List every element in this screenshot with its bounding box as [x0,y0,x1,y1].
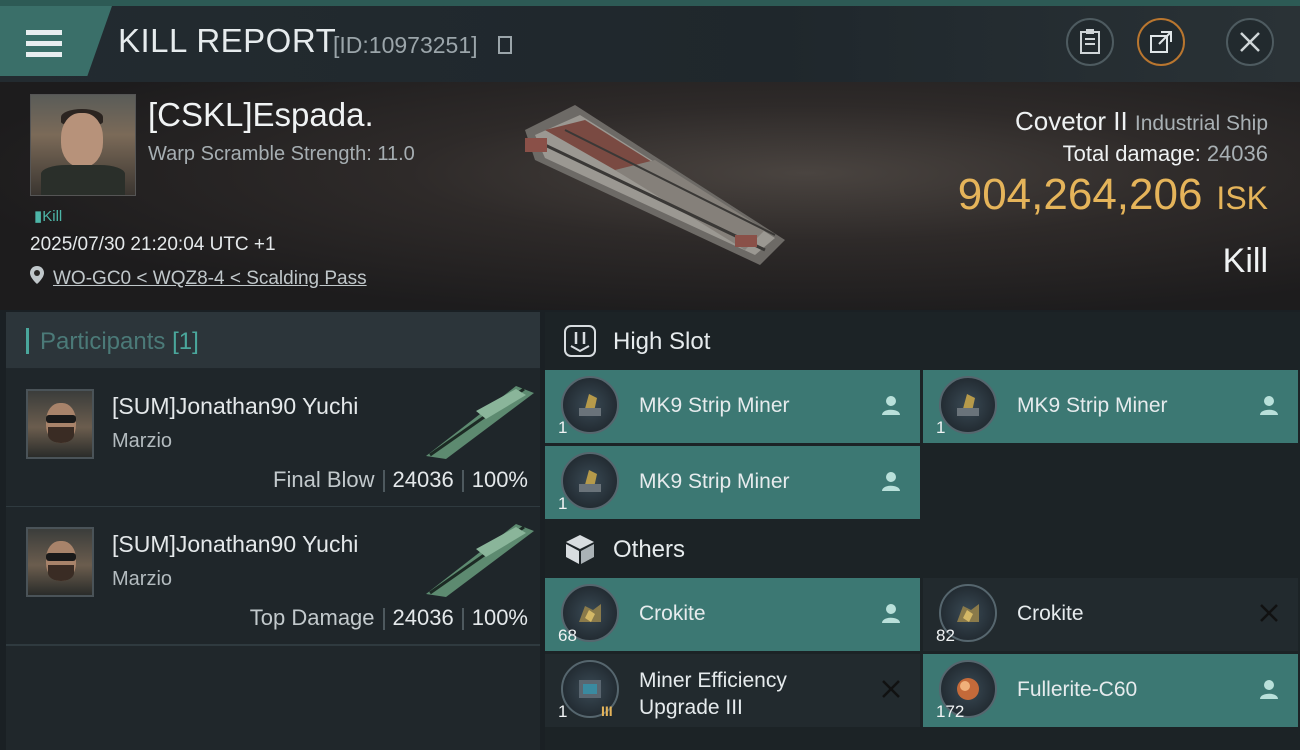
hamburger-menu-icon [26,30,62,63]
pilot-icon [882,472,900,491]
fitting-item[interactable]: 172 Fullerite-C60 [923,654,1298,727]
destroyed-x-icon [1260,604,1278,622]
victim-ship-image [525,105,785,265]
pilot-icon [882,396,900,415]
clipboard-button[interactable] [1066,18,1114,66]
close-button[interactable] [1226,18,1274,66]
fitting-item[interactable]: III 1 Miner Efficiency Upgrade III [545,654,920,727]
participants-header[interactable]: Participants [1] [6,312,540,368]
participant-row[interactable]: [SUM]Jonathan90 Yuchi Marzio Final Blow 2… [6,369,540,508]
strip-miner-icon [561,452,619,510]
participant-row[interactable]: [SUM]Jonathan90 Yuchi Marzio Top Damage 2… [6,507,540,646]
item-name: MK9 Strip Miner [639,394,790,417]
item-name: Fullerite-C60 [1017,678,1138,701]
clipboard-icon [1080,29,1100,54]
victim-ship-name: Covetor II Industrial Ship [1014,106,1268,136]
participant-name[interactable]: [SUM]Jonathan90 Yuchi [112,393,358,420]
share-button[interactable] [1137,18,1185,66]
participant-avatar[interactable] [26,389,94,459]
fitting-item[interactable]: 1 MK9 Strip Miner [545,370,920,443]
fitting-item[interactable]: 82 Crokite [923,578,1298,651]
pilot-icon [882,604,900,623]
pilot-icon [1260,680,1278,699]
strip-miner-icon [561,376,619,434]
kill-datetime: 2025/07/30 21:20:04 UTC +1 [30,234,276,255]
victim-portrait[interactable] [30,94,136,196]
page-title: KILL REPORT [118,22,337,59]
destroyed-x-icon [882,680,900,698]
item-name: MK9 Strip Miner [1017,394,1168,417]
participant-avatar[interactable] [26,527,94,597]
item-name: Crokite [639,602,706,625]
kill-type-label: Kill [1222,242,1268,280]
warp-scramble-strength: Warp Scramble Strength: 11.0 [148,143,415,165]
strip-miner-icon [939,376,997,434]
item-name: Crokite [1017,602,1084,625]
participant-ship-icon [426,386,534,459]
fitting-item[interactable]: 1 MK9 Strip Miner [923,370,1298,443]
fitting-item[interactable]: 1 MK9 Strip Miner [545,446,920,519]
high-slot-header: High Slot [545,314,1300,370]
fitting-item[interactable]: 68 Crokite [545,578,920,651]
total-damage: Total damage: 24036 [1062,141,1268,166]
victim-name[interactable]: [CSKL]Espada. [148,96,374,134]
participant-corp: Marzio [112,568,173,590]
high-slot-title: High Slot [613,328,711,355]
report-id: [ID:10973251] [333,32,478,58]
participant-corp: Marzio [112,430,173,452]
others-header: Others [545,522,1300,578]
item-name: Miner Efficiency Upgrade III [639,669,787,719]
tech-level-badge: III [601,703,613,719]
participant-stats: Final Blow 24036 100% [273,467,528,493]
location-link[interactable]: WO-GC0 < WQZ8-4 < Scalding Pass [53,268,367,290]
participant-stats: Top Damage 24036 100% [249,605,528,631]
participant-name[interactable]: [SUM]Jonathan90 Yuchi [112,531,358,558]
high-slot-icon [564,325,596,357]
pilot-icon [1260,396,1278,415]
others-title: Others [613,536,686,563]
item-name: MK9 Strip Miner [639,470,790,493]
location-pin-icon [30,266,44,284]
participant-ship-icon [426,524,534,597]
share-icon [1150,31,1172,53]
cargo-box-icon [566,535,594,564]
kill-tag: ▮Kill [34,208,63,225]
isk-value: 904,264,206 ISK [957,170,1268,219]
copy-icon[interactable] [498,36,512,54]
close-icon [1240,32,1260,52]
